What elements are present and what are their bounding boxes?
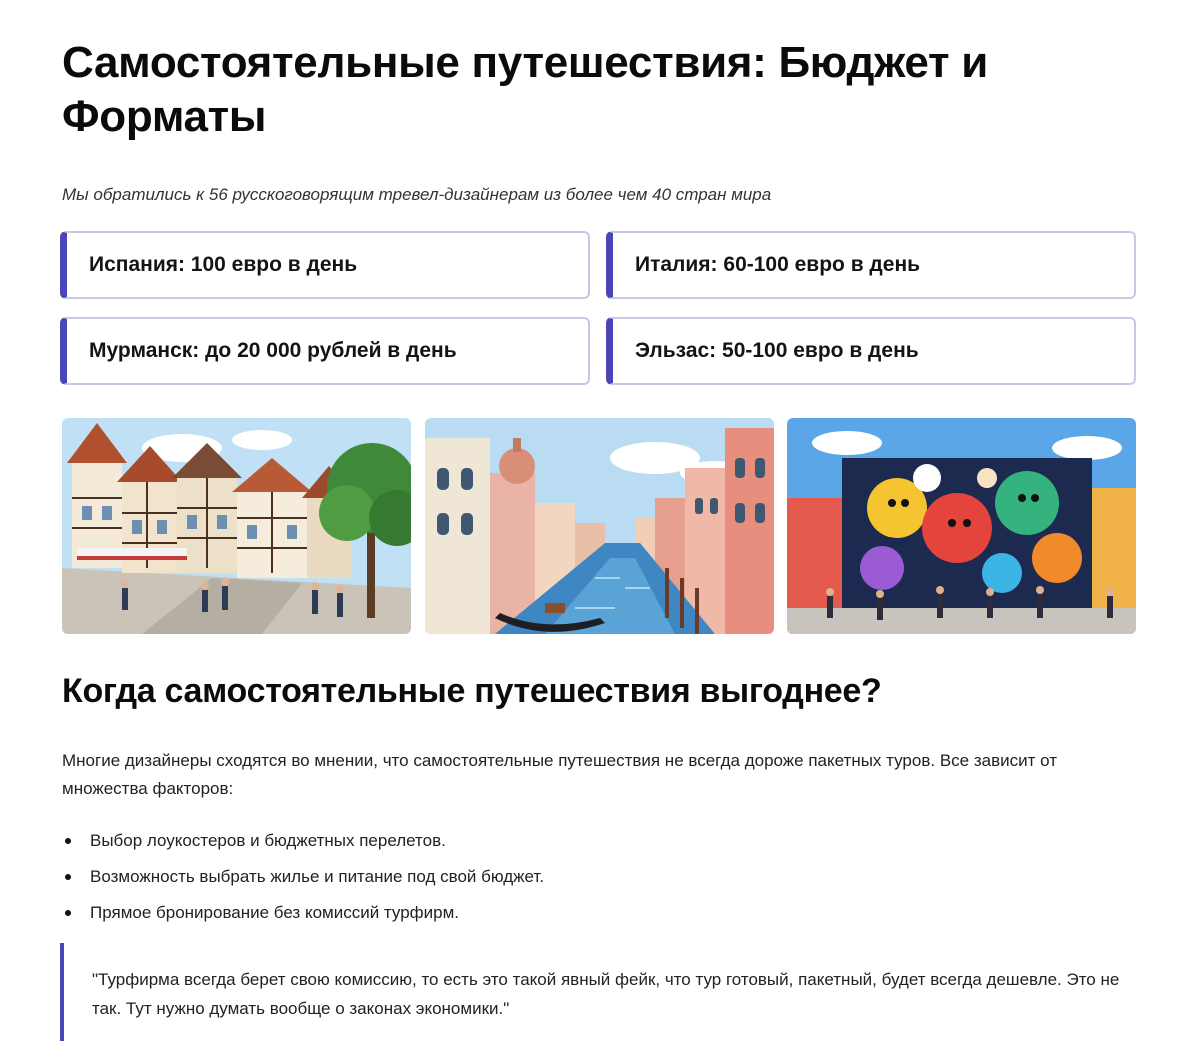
bullet-icon — [65, 874, 71, 880]
bullet-icon — [65, 910, 71, 916]
half-timbered-town-illustration — [62, 418, 411, 634]
factors-list: Выбор лоукостеров и бюджетных перелетов.… — [62, 823, 544, 931]
subtitle: Мы обратились к 56 русскоговорящим треве… — [62, 185, 772, 204]
list-item: Выбор лоукостеров и бюджетных перелетов. — [62, 823, 544, 859]
budget-card-italy: Италия: 60-100 евро в день — [606, 231, 1136, 299]
bullet-icon — [65, 838, 71, 844]
list-item: Возможность выбрать жилье и питание под … — [62, 859, 544, 895]
list-item-text: Возможность выбрать жилье и питание под … — [90, 867, 545, 886]
quote-block: "Турфирма всегда берет свою комиссию, то… — [60, 943, 1140, 1041]
section-heading: Когда самостоятельные путешествия выгодн… — [62, 672, 882, 710]
street-mural-illustration — [787, 418, 1136, 634]
section-paragraph: Многие дизайнеры сходятся во мнении, что… — [62, 751, 1057, 798]
list-item: Прямое бронирование без комиссий турфирм… — [62, 895, 544, 931]
budget-card-murmansk: Мурманск: до 20 000 рублей в день — [60, 317, 590, 385]
budget-card-spain: Испания: 100 евро в день — [60, 231, 590, 299]
list-item-text: Прямое бронирование без комиссий турфирм… — [90, 903, 460, 922]
budget-card-alsace: Эльзас: 50-100 евро в день — [606, 317, 1136, 385]
page-title: Самостоятельные путешествия: Бюджет и Фо… — [62, 38, 988, 141]
list-item-text: Выбор лоукостеров и бюджетных перелетов. — [90, 831, 446, 850]
venice-canal-illustration — [425, 418, 774, 634]
